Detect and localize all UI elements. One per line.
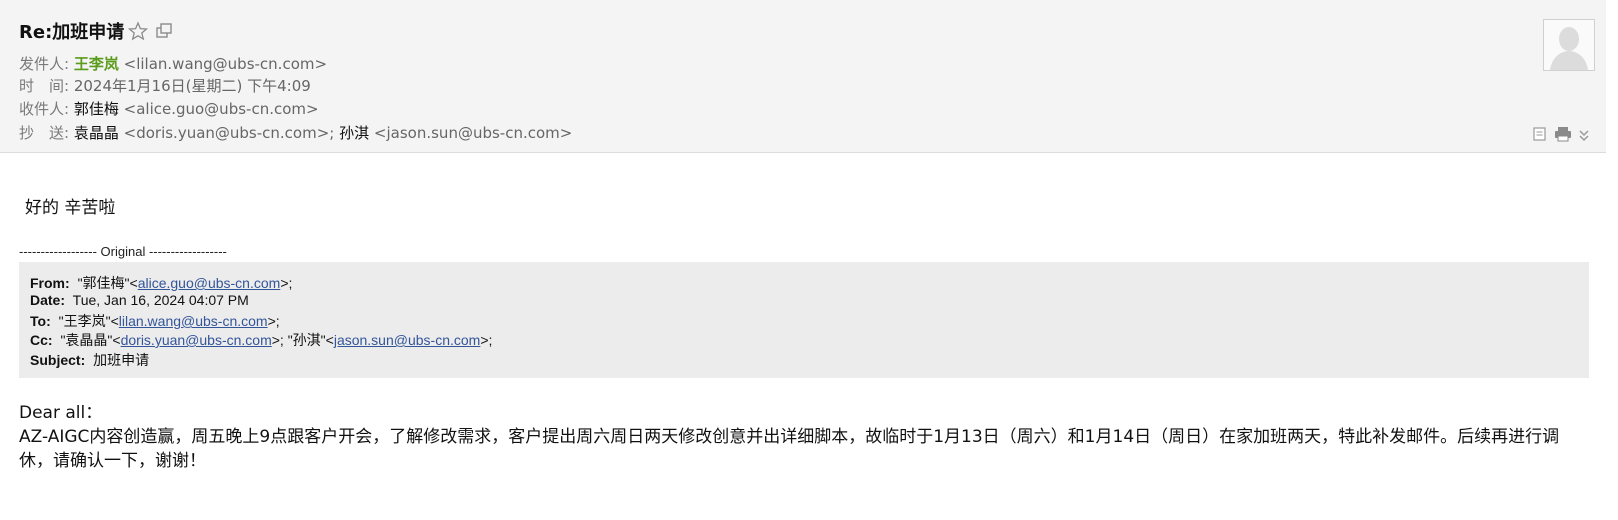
expand-icon[interactable] — [1578, 127, 1590, 146]
quote-from-row: From: "郭佳梅"<alice.guo@ubs-cn.com>; — [30, 273, 292, 293]
quote-date-label: Date: — [30, 292, 66, 308]
time-row: 时 间: 2024年1月16日(星期二) 下午4:09 — [19, 75, 311, 96]
from-label: 发件人: — [19, 55, 70, 73]
cc-row: 抄 送: 袁晶晶 <doris.yuan@ubs-cn.com>; 孙淇 <ja… — [19, 122, 572, 143]
greeting: Dear all： — [19, 403, 103, 423]
to-address[interactable]: <alice.guo@ubs-cn.com> — [124, 100, 319, 118]
cc2-address[interactable]: <jason.sun@ubs-cn.com> — [374, 124, 572, 142]
mail-header: Re:加班申请 发件人: 王李岚 <lilan.wang@ubs-cn.com>… — [0, 0, 1606, 153]
message-paragraph: AZ-AIGC内容创造赢，周五晚上9点跟客户开会，了解修改需求，客户提出周六周日… — [19, 427, 1560, 471]
quote-from-name: "郭佳梅"< — [77, 275, 138, 291]
quote-date-row: Date: Tue, Jan 16, 2024 04:07 PM — [30, 292, 249, 308]
quote-from-label: From: — [30, 275, 70, 291]
quote-cc2-link[interactable]: jason.sun@ubs-cn.com — [334, 332, 481, 348]
quote-from-link[interactable]: alice.guo@ubs-cn.com — [138, 275, 281, 291]
time-label: 时 间: — [19, 77, 70, 95]
original-divider: ------------------ Original ------------… — [19, 244, 227, 259]
quote-cc1-link[interactable]: doris.yuan@ubs-cn.com — [121, 332, 272, 348]
to-name[interactable]: 郭佳梅 — [74, 100, 119, 118]
quote-to-end: >; — [267, 313, 280, 329]
message-content: Dear all： AZ-AIGC内容创造赢，周五晚上9点跟客户开会，了解修改需… — [19, 401, 1579, 473]
header-tools — [1532, 126, 1590, 146]
quote-to-link[interactable]: lilan.wang@ubs-cn.com — [119, 313, 268, 329]
time-value: 2024年1月16日(星期二) 下午4:09 — [73, 77, 311, 95]
popout-icon[interactable] — [154, 21, 174, 41]
quote-cc-label: Cc: — [30, 332, 53, 348]
quote-date-value: Tue, Jan 16, 2024 04:07 PM — [72, 292, 249, 308]
avatar-icon[interactable] — [1543, 19, 1595, 71]
mail-subject: Re:加班申请 — [19, 22, 125, 43]
reply-text: 好的 辛苦啦 — [25, 198, 116, 218]
to-row: 收件人: 郭佳梅 <alice.guo@ubs-cn.com> — [19, 98, 319, 119]
quote-cc1-name: "袁晶晶"< — [60, 332, 121, 348]
quote-subject-label: Subject: — [30, 352, 86, 368]
cc1-address[interactable]: <doris.yuan@ubs-cn.com>; — [124, 124, 335, 142]
star-icon[interactable] — [128, 21, 149, 41]
from-name[interactable]: 王李岚 — [74, 55, 119, 73]
cc-label: 抄 送: — [19, 124, 70, 142]
from-address[interactable]: <lilan.wang@ubs-cn.com> — [124, 55, 327, 73]
to-label: 收件人: — [19, 100, 70, 118]
print-icon[interactable] — [1554, 126, 1572, 146]
cc1-name[interactable]: 袁晶晶 — [74, 124, 119, 142]
quote-cc-end: >; — [480, 332, 493, 348]
note-icon[interactable] — [1532, 126, 1548, 146]
quote-subject-value: 加班申请 — [93, 352, 150, 368]
cc2-name[interactable]: 孙淇 — [339, 124, 369, 142]
quote-cc-row: Cc: "袁晶晶"<doris.yuan@ubs-cn.com>; "孙淇"<j… — [30, 330, 492, 350]
quote-subject-row: Subject: 加班申请 — [30, 350, 149, 370]
quote-from-end: >; — [280, 275, 293, 291]
quote-to-label: To: — [30, 313, 51, 329]
quote-to-name: "王李岚"< — [58, 313, 119, 329]
quote-to-row: To: "王李岚"<lilan.wang@ubs-cn.com>; — [30, 311, 280, 331]
quote-cc-mid: >; "孙淇"< — [271, 332, 334, 348]
subject-row: Re:加班申请 — [19, 18, 174, 44]
quoted-header: From: "郭佳梅"<alice.guo@ubs-cn.com>; Date:… — [19, 262, 1589, 378]
from-row: 发件人: 王李岚 <lilan.wang@ubs-cn.com> — [19, 53, 327, 74]
